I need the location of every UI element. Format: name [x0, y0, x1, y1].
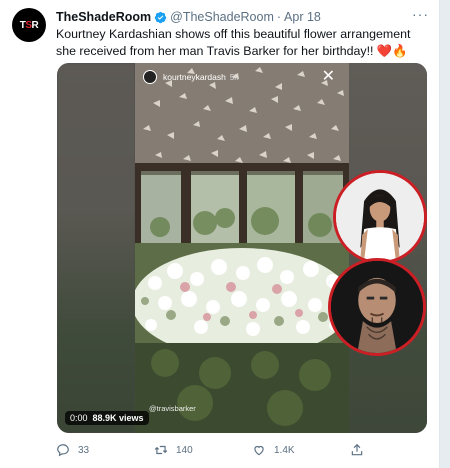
like-count: 1.4K — [274, 444, 295, 456]
ig-avatar — [143, 70, 157, 84]
video-watermark: @travisbarker — [149, 404, 196, 413]
ig-username: kourtneykardash — [163, 72, 226, 82]
user-handle[interactable]: @TheShadeRoom — [170, 10, 274, 24]
like-button[interactable]: 1.4K — [252, 443, 295, 457]
heart-icon — [254, 445, 264, 456]
video-time: 0:00 — [70, 413, 88, 423]
tweet-emoji: ❤️🔥 — [376, 43, 408, 58]
ig-time: 5h — [229, 72, 239, 82]
kourtney-portrait-illustration — [336, 173, 424, 261]
retweet-count: 140 — [176, 444, 193, 456]
tweet-body: Kourtney Kardashian shows off this beaut… — [56, 27, 411, 58]
close-icon: ✕ — [321, 68, 335, 85]
tweet-video[interactable]: kourtneykardash 5h ✕ @travisbarker 0:00 … — [57, 63, 427, 433]
travis-portrait-illustration — [331, 261, 423, 353]
instagram-story-header: kourtneykardash 5h ✕ — [143, 67, 343, 87]
display-name[interactable]: TheShadeRoom — [56, 10, 151, 24]
tweet-text: Kourtney Kardashian shows off this beaut… — [56, 26, 426, 59]
travis-inset-photo — [328, 258, 426, 356]
profile-avatar[interactable]: TSR — [12, 8, 46, 42]
reply-icon — [57, 444, 69, 457]
tweet-actions: 33 140 1.4K — [56, 440, 426, 460]
verified-badge-icon — [154, 11, 167, 23]
video-frame — [135, 63, 349, 433]
header-separator: · — [276, 10, 282, 24]
video-blur-left — [57, 63, 135, 433]
retweet-icon — [154, 445, 168, 455]
reply-count: 33 — [78, 444, 90, 456]
retweet-button[interactable]: 140 — [154, 443, 193, 457]
video-views-badge: 0:00 88.9K views — [65, 411, 149, 425]
video-views: 88.9K views — [92, 413, 144, 423]
tweet-date[interactable]: Apr 18 — [284, 10, 321, 24]
more-options-icon[interactable]: ··· — [412, 6, 429, 22]
avatar-logo-letter: R — [31, 19, 39, 31]
share-button[interactable] — [350, 443, 364, 457]
reply-button[interactable]: 33 — [56, 443, 89, 457]
tweet-header: TheShadeRoom @TheShadeRoom · Apr 18 — [56, 8, 427, 26]
share-icon — [351, 443, 363, 456]
tweet-card[interactable]: TSR TheShadeRoom @TheShadeRoom · Apr 18 … — [0, 0, 440, 468]
kourtney-inset-photo — [333, 170, 427, 264]
